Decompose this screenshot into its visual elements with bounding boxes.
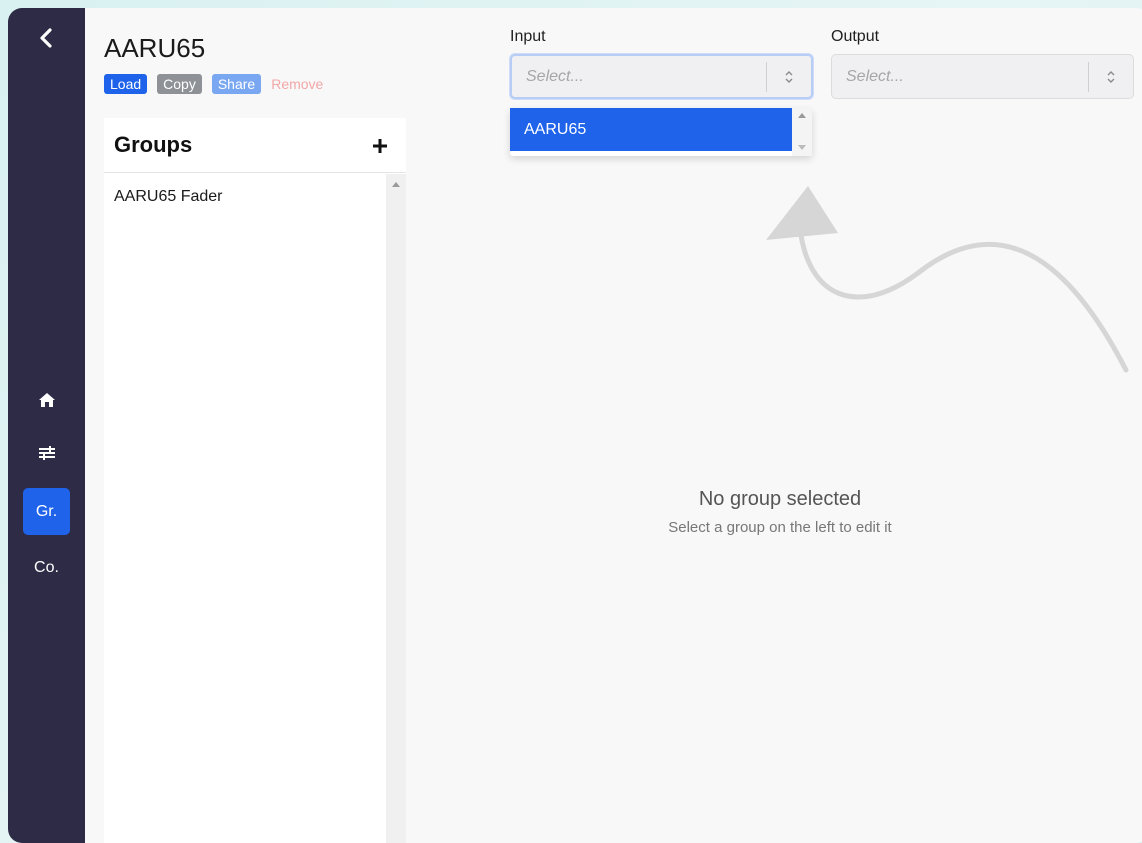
chevron-left-icon [40, 28, 52, 48]
scroll-up-icon[interactable] [798, 113, 806, 118]
chevron-updown-icon [1107, 70, 1115, 83]
scroll-up-icon[interactable] [392, 182, 400, 187]
output-label: Output [831, 28, 880, 45]
plus-icon [373, 139, 387, 153]
nav-home-button[interactable] [23, 376, 70, 423]
nav-configs-label: Co. [34, 558, 59, 576]
device-title: AARU65 [104, 33, 206, 63]
output-select-caret[interactable] [1089, 69, 1133, 85]
groups-panel: Groups AARU65 Fader [104, 118, 406, 843]
add-group-button[interactable] [372, 131, 388, 159]
copy-button[interactable]: Copy [157, 74, 202, 94]
nav-rail: Gr. Co. [8, 8, 85, 843]
input-dropdown-menu: AARU65 [510, 108, 812, 156]
groups-header: Groups [104, 118, 406, 173]
app-window: Gr. Co. AARU65 Load Copy Share Remove Gr… [8, 8, 1142, 843]
nav-groups-button[interactable]: Gr. [23, 488, 70, 535]
empty-state-subtitle: Select a group on the left to edit it [668, 519, 892, 536]
empty-state: No group selected Select a group on the … [410, 488, 1142, 536]
load-button[interactable]: Load [104, 74, 148, 94]
hint-arrow-icon [766, 186, 1129, 373]
remove-button[interactable]: Remove [271, 74, 323, 94]
dropdown-scrollbar[interactable] [792, 108, 812, 156]
sliders-icon [38, 445, 55, 460]
chevron-updown-icon [785, 70, 793, 83]
groups-heading: Groups [114, 132, 193, 157]
group-list-item[interactable]: AARU65 Fader [104, 174, 386, 220]
output-select-placeholder: Select... [846, 67, 904, 85]
nav-groups-label: Gr. [35, 502, 58, 520]
device-actions: Load Copy Share Remove [104, 74, 323, 94]
input-select-caret[interactable] [767, 69, 811, 85]
nav-settings-button[interactable] [23, 429, 70, 476]
nav-configs-button[interactable]: Co. [23, 544, 70, 591]
output-select[interactable]: Select... [831, 54, 1134, 99]
empty-state-title: No group selected [698, 488, 862, 510]
scroll-down-icon[interactable] [798, 145, 806, 150]
back-button[interactable] [34, 26, 58, 50]
groups-list: AARU65 Fader [104, 174, 386, 843]
input-select-placeholder: Select... [526, 67, 584, 85]
share-button[interactable]: Share [211, 74, 262, 94]
input-select[interactable]: Select... [510, 54, 813, 99]
dropdown-option[interactable]: AARU65 [510, 108, 792, 151]
groups-scrollbar[interactable] [386, 174, 406, 843]
home-icon [38, 392, 55, 407]
input-label: Input [510, 28, 546, 45]
